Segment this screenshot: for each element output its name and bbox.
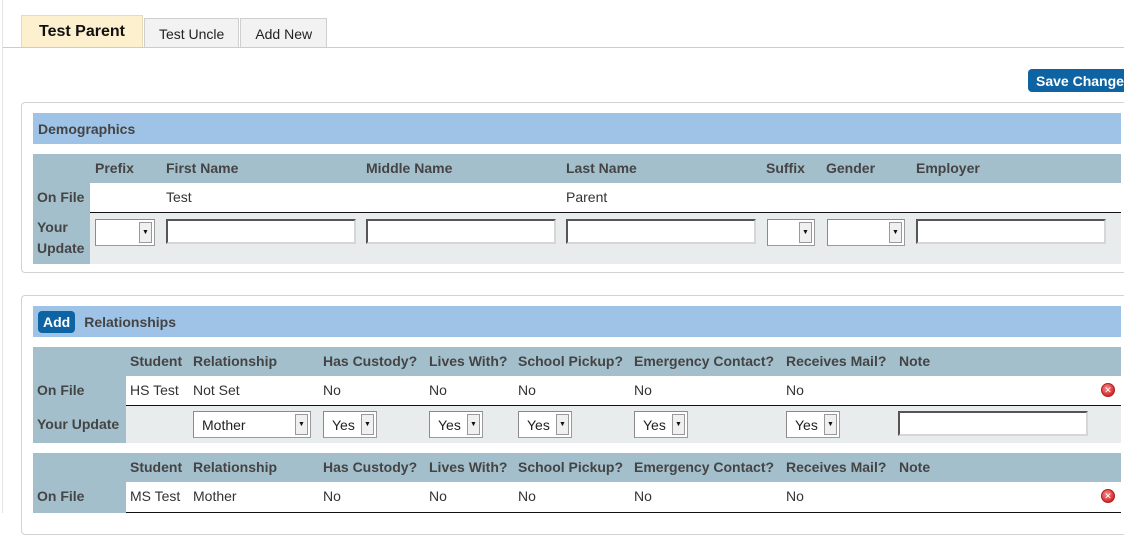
chevron-down-icon: ▼	[467, 414, 480, 435]
on-file-lives-with: No	[429, 382, 447, 398]
note-input[interactable]	[898, 411, 1088, 436]
col-gender: Gender	[826, 160, 876, 176]
first-name-input[interactable]	[166, 219, 356, 244]
on-file-relationship: Not Set	[193, 382, 240, 398]
middle-name-input[interactable]	[366, 219, 556, 244]
your-update-label-1: Your	[37, 219, 68, 235]
delete-circle-icon[interactable]: ✕	[1101, 489, 1115, 503]
chevron-down-icon: ▼	[295, 414, 308, 435]
relationship-label-column: On File	[33, 482, 126, 513]
col-emergency-contact: Emergency Contact?	[634, 353, 775, 369]
demographics-on-file-row: Test Parent	[90, 183, 1121, 213]
chevron-down-icon: ▼	[824, 414, 837, 435]
on-file-first-name: Test	[166, 189, 192, 205]
on-file-has-custody: No	[323, 488, 341, 504]
relationships-header: Add Relationships	[33, 306, 1121, 337]
your-update-label: Your Update	[37, 416, 120, 432]
lives-with-select[interactable]: Yes ▼	[429, 411, 483, 438]
contact-tabs: Test Parent Test Uncle Add New	[21, 15, 328, 48]
on-file-student: HS Test	[130, 382, 179, 398]
col-has-custody: Has Custody?	[323, 353, 418, 369]
col-lives-with: Lives With?	[429, 459, 508, 475]
suffix-select[interactable]: ▼	[767, 219, 815, 246]
tab-divider	[3, 47, 1124, 48]
relationship-select[interactable]: Mother ▼	[193, 411, 311, 438]
col-school-pickup: School Pickup?	[518, 353, 624, 369]
col-school-pickup: School Pickup?	[518, 459, 624, 475]
col-student: Student	[130, 353, 183, 369]
col-relationship: Relationship	[193, 353, 278, 369]
col-last-name: Last Name	[566, 160, 637, 176]
demographics-label-column: On File Your Update	[33, 183, 90, 264]
relationship-update-row: Mother ▼ Yes ▼ Yes ▼ Yes ▼ Yes ▼ Yes ▼	[126, 406, 1121, 443]
col-lives-with: Lives With?	[429, 353, 508, 369]
on-file-emergency-contact: No	[634, 382, 652, 398]
on-file-school-pickup: No	[518, 488, 536, 504]
on-file-label: On File	[37, 488, 85, 504]
on-file-lives-with: No	[429, 488, 447, 504]
last-name-input[interactable]	[566, 219, 756, 244]
on-file-student: MS Test	[130, 488, 181, 504]
chevron-down-icon: ▼	[889, 222, 902, 243]
school-pickup-select[interactable]: Yes ▼	[518, 411, 572, 438]
relationship-record: Student Relationship Has Custody? Lives …	[33, 347, 1121, 443]
relationship-label-column: On File Your Update	[33, 376, 126, 443]
on-file-receives-mail: No	[786, 382, 804, 398]
col-student: Student	[130, 459, 183, 475]
on-file-relationship: Mother	[193, 488, 237, 504]
save-changes-button[interactable]: Save Changes	[1028, 69, 1124, 92]
col-note: Note	[899, 459, 931, 475]
chevron-down-icon: ▼	[799, 222, 812, 243]
col-note: Note	[899, 353, 931, 369]
tab-test-parent[interactable]: Test Parent	[21, 15, 143, 48]
relationship-header-row: Student Relationship Has Custody? Lives …	[33, 347, 1121, 376]
on-file-has-custody: No	[323, 382, 341, 398]
emergency-contact-select[interactable]: Yes ▼	[634, 411, 688, 438]
chevron-down-icon: ▼	[556, 414, 569, 435]
on-file-label: On File	[37, 382, 85, 398]
col-employer: Employer	[916, 160, 980, 176]
col-relationship: Relationship	[193, 459, 278, 475]
relationship-record: Student Relationship Has Custody? Lives …	[33, 453, 1121, 513]
col-middle-name: Middle Name	[366, 160, 453, 176]
on-file-label: On File	[37, 189, 85, 205]
page-border	[2, 0, 3, 513]
col-has-custody: Has Custody?	[323, 459, 418, 475]
tab-add-new[interactable]: Add New	[240, 18, 328, 48]
col-receives-mail: Receives Mail?	[786, 353, 887, 369]
demographics-update-row: ▼ ▼ ▼	[90, 213, 1121, 264]
employer-input[interactable]	[916, 219, 1106, 244]
chevron-down-icon: ▼	[361, 414, 374, 435]
receives-mail-select[interactable]: Yes ▼	[786, 411, 840, 438]
demographics-title: Demographics	[38, 120, 136, 137]
demographics-header: Demographics	[33, 113, 1121, 144]
on-file-emergency-contact: No	[634, 488, 652, 504]
relationship-header-row: Student Relationship Has Custody? Lives …	[33, 453, 1121, 482]
prefix-select[interactable]: ▼	[95, 219, 155, 246]
col-suffix: Suffix	[766, 160, 805, 176]
on-file-receives-mail: No	[786, 488, 804, 504]
on-file-last-name: Parent	[566, 189, 608, 205]
relationships-panel: Add Relationships Student Relationship H…	[21, 295, 1124, 535]
demographics-grid: Prefix First Name Middle Name Last Name …	[33, 154, 1121, 264]
chevron-down-icon: ▼	[139, 222, 152, 243]
col-first-name: First Name	[166, 160, 239, 176]
gender-select[interactable]: ▼	[827, 219, 905, 246]
chevron-down-icon: ▼	[672, 414, 685, 435]
relationships-title: Relationships	[84, 313, 177, 330]
relationship-on-file-row: MS Test Mother No No No No No ✕	[126, 482, 1121, 513]
delete-circle-icon[interactable]: ✕	[1101, 383, 1115, 397]
col-receives-mail: Receives Mail?	[786, 459, 887, 475]
relationship-on-file-row: HS Test Not Set No No No No No ✕	[126, 376, 1121, 406]
demographics-header-row: Prefix First Name Middle Name Last Name …	[33, 154, 1121, 183]
tab-test-uncle[interactable]: Test Uncle	[143, 18, 240, 48]
has-custody-select[interactable]: Yes ▼	[323, 411, 377, 438]
add-relationship-button[interactable]: Add	[38, 310, 76, 333]
col-emergency-contact: Emergency Contact?	[634, 459, 775, 475]
on-file-school-pickup: No	[518, 382, 536, 398]
demographics-panel: Demographics Prefix First Name Middle Na…	[21, 102, 1124, 273]
your-update-label-2: Update	[37, 240, 85, 256]
col-prefix: Prefix	[95, 160, 134, 176]
